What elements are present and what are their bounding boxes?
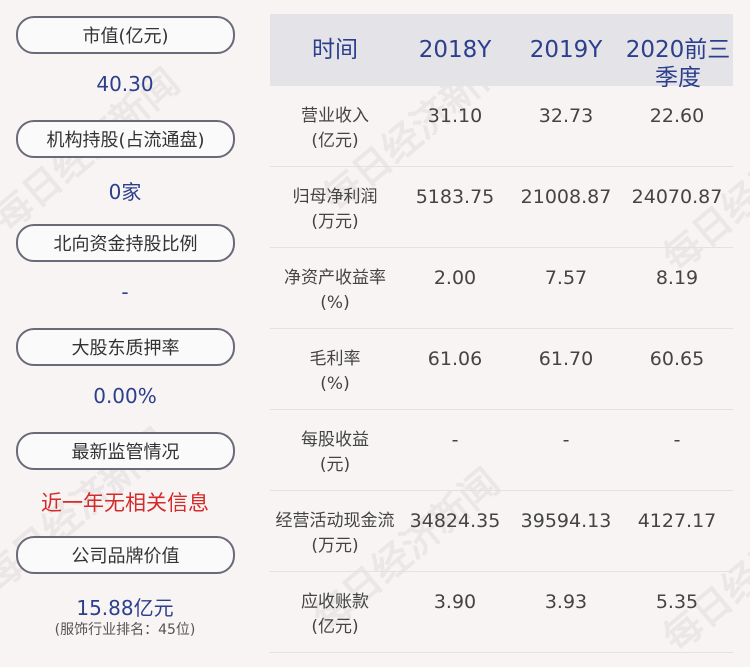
table-cell: 4127.17 <box>637 510 717 532</box>
row-label-unit: (万元) <box>311 212 359 232</box>
northbound-ratio-value: - <box>121 280 129 304</box>
header-2018: 2018Y <box>418 37 492 63</box>
table-cell: 39594.13 <box>520 510 612 532</box>
table-cell: 61.06 <box>427 348 483 370</box>
northbound-ratio-label: 北向资金持股比例 <box>16 224 235 262</box>
row-label-unit: (亿元) <box>311 131 359 151</box>
table-cell: 61.70 <box>538 348 594 370</box>
row-label-text: 营业收入 <box>301 106 369 126</box>
header-time: 时间 <box>312 37 358 63</box>
regulatory-status-label: 最新监管情况 <box>16 432 235 470</box>
institutional-holding-label: 机构持股(占流通盘) <box>16 120 235 158</box>
stock-summary-panel: 市值(亿元) 40.30 机构持股(占流通盘) 0家 北向资金持股比例 - 大股… <box>0 0 250 667</box>
table-cell: - <box>673 429 681 451</box>
table-header: 时间 2018Y 2019Y 2020前三季度 <box>270 14 733 91</box>
row-label: 应收账款 (亿元) <box>270 590 400 640</box>
table-cell: 21008.87 <box>520 186 612 208</box>
row-label-text: 经营活动现金流 <box>275 511 395 531</box>
row-label: 净资产收益率 (%) <box>270 266 400 316</box>
row-label-text: 应收账款 <box>301 592 369 612</box>
row-label: 营业收入 (亿元) <box>270 104 400 154</box>
row-label: 经营活动现金流 (万元) <box>270 509 400 559</box>
brand-value-label: 公司品牌价值 <box>16 536 235 574</box>
header-2020q3: 2020前三季度 <box>625 37 731 91</box>
row-label-unit: (万元) <box>311 536 359 556</box>
table-row: 营业收入 (亿元) 31.10 32.73 22.60 <box>270 86 733 167</box>
brand-rank-note: (服饰行业排名：45位) <box>54 622 196 638</box>
row-label: 归母净利润 (万元) <box>270 185 400 235</box>
row-label-text: 归母净利润 <box>292 187 378 207</box>
table-row: 经营活动现金流 (万元) 34824.35 39594.13 4127.17 <box>270 491 733 572</box>
table-cell: - <box>562 429 570 451</box>
row-label: 每股收益 (元) <box>270 428 400 478</box>
brand-value-value: 15.88亿元 <box>76 596 174 620</box>
table-cell: 5.35 <box>655 591 699 613</box>
table-row: 归母净利润 (万元) 5183.75 21008.87 24070.87 <box>270 167 733 248</box>
table-cell: 32.73 <box>538 105 594 127</box>
table-cell: 24070.87 <box>631 186 723 208</box>
table-cell: 7.57 <box>544 267 588 289</box>
table-cell: 60.65 <box>649 348 705 370</box>
table-row: 每股收益 (元) - - - <box>270 410 733 491</box>
row-label-text: 净资产收益率 <box>284 268 386 288</box>
table-row: 毛利率 (%) 61.06 61.70 60.65 <box>270 329 733 410</box>
institutional-holding-value: 0家 <box>108 180 142 204</box>
table-cell: 2.00 <box>433 267 477 289</box>
row-label-unit: (%) <box>320 293 350 313</box>
row-label: 毛利率 (%) <box>270 347 400 397</box>
header-2019: 2019Y <box>529 37 603 63</box>
row-label-unit: (%) <box>320 374 350 394</box>
table-cell: 3.93 <box>544 591 588 613</box>
pledge-rate-label: 大股东质押率 <box>16 328 235 366</box>
row-label-text: 毛利率 <box>309 349 361 369</box>
table-row: 应收账款 (亿元) 3.90 3.93 5.35 <box>270 572 733 653</box>
table-cell: 34824.35 <box>409 510 501 532</box>
row-label-unit: (元) <box>319 455 351 475</box>
market-cap-label: 市值(亿元) <box>16 16 235 54</box>
row-label-unit: (亿元) <box>311 617 359 637</box>
pledge-rate-value: 0.00% <box>93 384 157 408</box>
row-label-text: 每股收益 <box>301 430 369 450</box>
table-cell: - <box>451 429 459 451</box>
table-cell: 3.90 <box>433 591 477 613</box>
table-cell: 5183.75 <box>415 186 495 208</box>
financial-table: 时间 2018Y 2019Y 2020前三季度 营业收入 (亿元) 31.10 32.… <box>270 14 733 653</box>
table-cell: 8.19 <box>655 267 699 289</box>
regulatory-status-value: 近一年无相关信息 <box>41 491 209 515</box>
table-cell: 31.10 <box>427 105 483 127</box>
market-cap-value: 40.30 <box>96 72 154 96</box>
table-cell: 22.60 <box>649 105 705 127</box>
table-row: 净资产收益率 (%) 2.00 7.57 8.19 <box>270 248 733 329</box>
